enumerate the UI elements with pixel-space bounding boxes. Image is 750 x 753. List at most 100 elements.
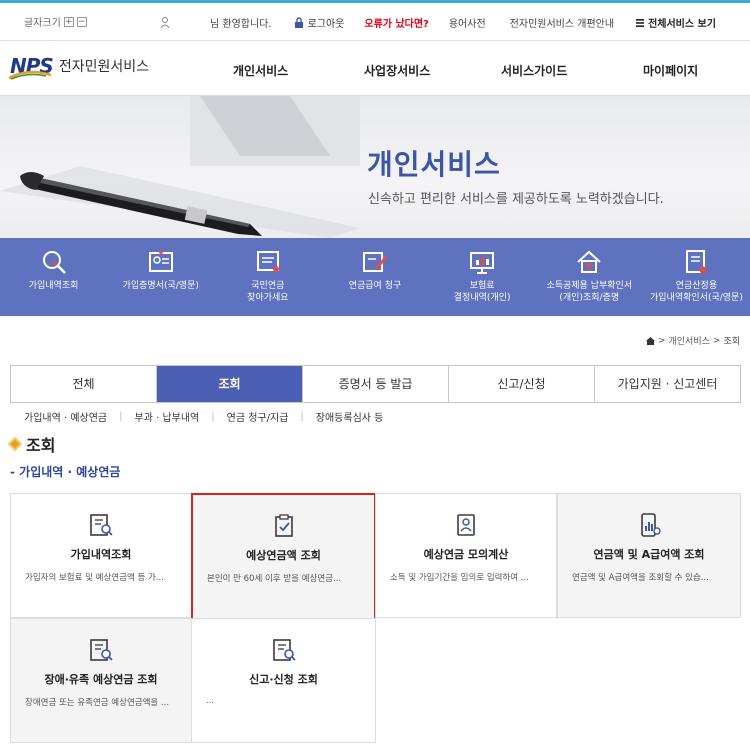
tab-certificates[interactable]: 증명서 등 발급 [303, 366, 449, 402]
section-title-text: 조회 [26, 436, 56, 455]
logo-text: 전자민원서비스 [58, 59, 149, 75]
renewal-guide-link[interactable]: 전자민원서비스 개편안내 [510, 15, 614, 30]
document-check-icon [686, 250, 707, 274]
gnb-guide[interactable]: 서비스가이드 [501, 62, 567, 79]
quick-item-certificate[interactable]: 가입증명서(국/영문) [107, 238, 214, 316]
breadcrumb: > 개인서비스 > 조회 [645, 334, 740, 347]
tab-report-apply[interactable]: 신고/신청 [449, 366, 595, 402]
logo-swoosh-icon [8, 70, 52, 80]
quick-item-label: 연금급여 청구 [348, 281, 402, 291]
subtab-divider: | [119, 411, 123, 422]
card-pension-simulation[interactable]: 예상연금 모의계산 소득 및 가입기간을 임의로 입력하여 ... [375, 493, 557, 618]
card-desc: 장애연금 또는 유족연금 예상연금액을 ... [25, 698, 170, 708]
quick-item-label: 가입내역조회 [28, 281, 79, 291]
document-icon [256, 251, 279, 272]
quick-item-label-1: 보험료 [469, 281, 495, 291]
home-icon[interactable] [645, 336, 655, 345]
site-header: NPS 전자민원서비스 개인서비스 사업장서비스 서비스가이드 마이페이지 [0, 42, 750, 96]
font-size-control: 글자크기 + − [24, 14, 87, 29]
subsection-title: - 가입내역 · 예상연금 [10, 463, 120, 480]
breadcrumb-item-current: 조회 [723, 337, 740, 347]
quick-item-enrollment[interactable]: 가입내역조회 [0, 238, 107, 316]
card-expected-pension[interactable]: 예상연금액 조회 본인이 만 60세 이후 받을 예상연금... [191, 493, 376, 620]
dictionary-link[interactable]: 용어사전 [449, 15, 486, 30]
logout-label: 로그아웃 [307, 19, 345, 30]
tab-inquiry[interactable]: 조회 [157, 366, 303, 402]
user-icon [160, 17, 170, 28]
subtab-claim-payment[interactable]: 연금 청구/지급 [227, 409, 289, 424]
card-title: 연금액 및 A급여액 조회 [593, 548, 705, 561]
subsection-title-text: 가입내역 · 예상연금 [19, 465, 121, 479]
logout-link[interactable]: 로그아웃 [294, 15, 345, 30]
subtab-enrollment-pension[interactable]: 가입내역 · 예상연금 [24, 409, 107, 424]
search-icon [42, 251, 66, 274]
quick-item-label-2: 찾아가세요 [247, 293, 289, 303]
quick-item-tax-deduction[interactable]: 소득공제용 납부확인서 (개인)조회/증명 [536, 238, 643, 316]
clipboard-check-icon [274, 514, 293, 537]
document-search-icon [90, 514, 113, 536]
house-icon [577, 250, 601, 273]
card-pension-a-benefit[interactable]: 연금액 및 A급여액 조회 연금액 및 A급여액을 조회할 수 있습... [557, 493, 741, 618]
quick-item-label-2: 가입내역확인서(국/영문) [649, 293, 743, 303]
font-increase-button[interactable]: + [63, 16, 74, 27]
pen-illustration [0, 96, 360, 238]
quick-item-benefit-claim[interactable]: 연금급여 청구 [321, 238, 428, 316]
quick-item-label-1: 국민연금 [251, 281, 285, 291]
quick-item-pension-calc-cert[interactable]: 연금산정용 가입내역확인서(국/영문) [643, 238, 750, 316]
page-banner: 개인서비스 신속하고 편리한 서비스를 제공하도록 노력하겠습니다. [0, 96, 750, 238]
subtab-levy-payment[interactable]: 부과 · 납부내역 [135, 409, 200, 424]
quick-item-label: 가입증명서(국/영문) [122, 281, 199, 291]
quick-menu: 가입내역조회 가입증명서(국/영문) 국민연금 찾아가세요 연금급여 청구 보험… [0, 238, 750, 316]
quick-item-label-2: (개인)조회/증명 [559, 293, 620, 303]
card-desc: 본인이 만 60세 이후 받을 예상연금... [207, 574, 342, 584]
lock-icon [294, 17, 303, 28]
monitor-icon [470, 252, 495, 274]
utility-bar: 글자크기 + − 님 환영합니다. 로그아웃 오류가 났다면? 용어사전 전자민… [0, 3, 750, 41]
document-search-icon [272, 639, 296, 661]
subtab-divider: | [300, 411, 304, 422]
banner-subtitle: 신속하고 편리한 서비스를 제공하도록 노력하겠습니다. [368, 192, 664, 207]
document-search-icon [90, 639, 113, 661]
card-desc: 연금액 및 A급여액을 조회할 수 있습... [572, 573, 709, 583]
diamond-bullet-icon [7, 436, 23, 452]
edit-icon [362, 252, 387, 272]
card-disability-survivor[interactable]: 장애·유족 예상연금 조회 장애연금 또는 유족연금 예상연금액을 ... [10, 618, 192, 743]
phone-chart-icon [641, 513, 661, 537]
section-title: 조회 [7, 432, 56, 456]
dash-bullet: - [10, 465, 20, 479]
card-desc: 소득 및 가입기간을 임의로 입력하여 ... [390, 573, 529, 583]
card-title: 예상연금 모의계산 [423, 548, 509, 561]
card-enrollment-inquiry[interactable]: 가입내역조회 가입자의 보험료 및 예상연금액 등 가... [10, 493, 192, 618]
gnb-mypage[interactable]: 마이페이지 [643, 62, 698, 79]
quick-item-label-1: 소득공제용 납부확인서 [546, 281, 633, 291]
breadcrumb-separator: > [657, 335, 666, 346]
card-report-apply-inquiry[interactable]: 신고·신청 조회 ... [191, 618, 376, 743]
tab-support-center[interactable]: 가입지원 · 신고센터 [595, 366, 740, 402]
category-tabs: 전체 조회 증명서 등 발급 신고/신청 가입지원 · 신고센터 [10, 365, 741, 403]
tab-all[interactable]: 전체 [11, 366, 157, 402]
menu-icon [636, 18, 645, 27]
quick-item-find-pension[interactable]: 국민연금 찾아가세요 [214, 238, 321, 316]
error-report-link[interactable]: 오류가 났다면? [364, 15, 428, 30]
quick-item-label-2: 결정내역(개인) [453, 293, 511, 303]
quick-item-label-1: 연금산정용 [675, 281, 718, 291]
font-decrease-button[interactable]: − [76, 16, 87, 27]
banner-title: 개인서비스 [367, 148, 501, 181]
quick-item-premium-decision[interactable]: 보험료 결정내역(개인) [429, 238, 536, 316]
card-desc: ... [206, 696, 215, 706]
id-card-icon [457, 514, 475, 536]
gnb-personal[interactable]: 개인서비스 [233, 62, 288, 79]
font-size-label: 글자크기 [24, 18, 61, 29]
card-title: 가입내역조회 [70, 548, 132, 561]
subtab-divider: | [211, 411, 215, 422]
all-services-button[interactable]: 전체서비스 보기 [636, 15, 716, 30]
card-title: 예상연금액 조회 [246, 549, 321, 562]
breadcrumb-separator: > [712, 335, 721, 346]
card-title: 장애·유족 예상연금 조회 [44, 673, 158, 686]
welcome-text: 님 환영합니다. [210, 19, 272, 30]
logo[interactable]: NPS 전자민원서비스 [8, 54, 149, 80]
user-welcome: 님 환영합니다. [160, 15, 272, 30]
subtab-disability-review[interactable]: 장애등록심사 등 [316, 409, 384, 424]
gnb-business[interactable]: 사업장서비스 [364, 62, 430, 79]
breadcrumb-item[interactable]: 개인서비스 [668, 334, 709, 347]
